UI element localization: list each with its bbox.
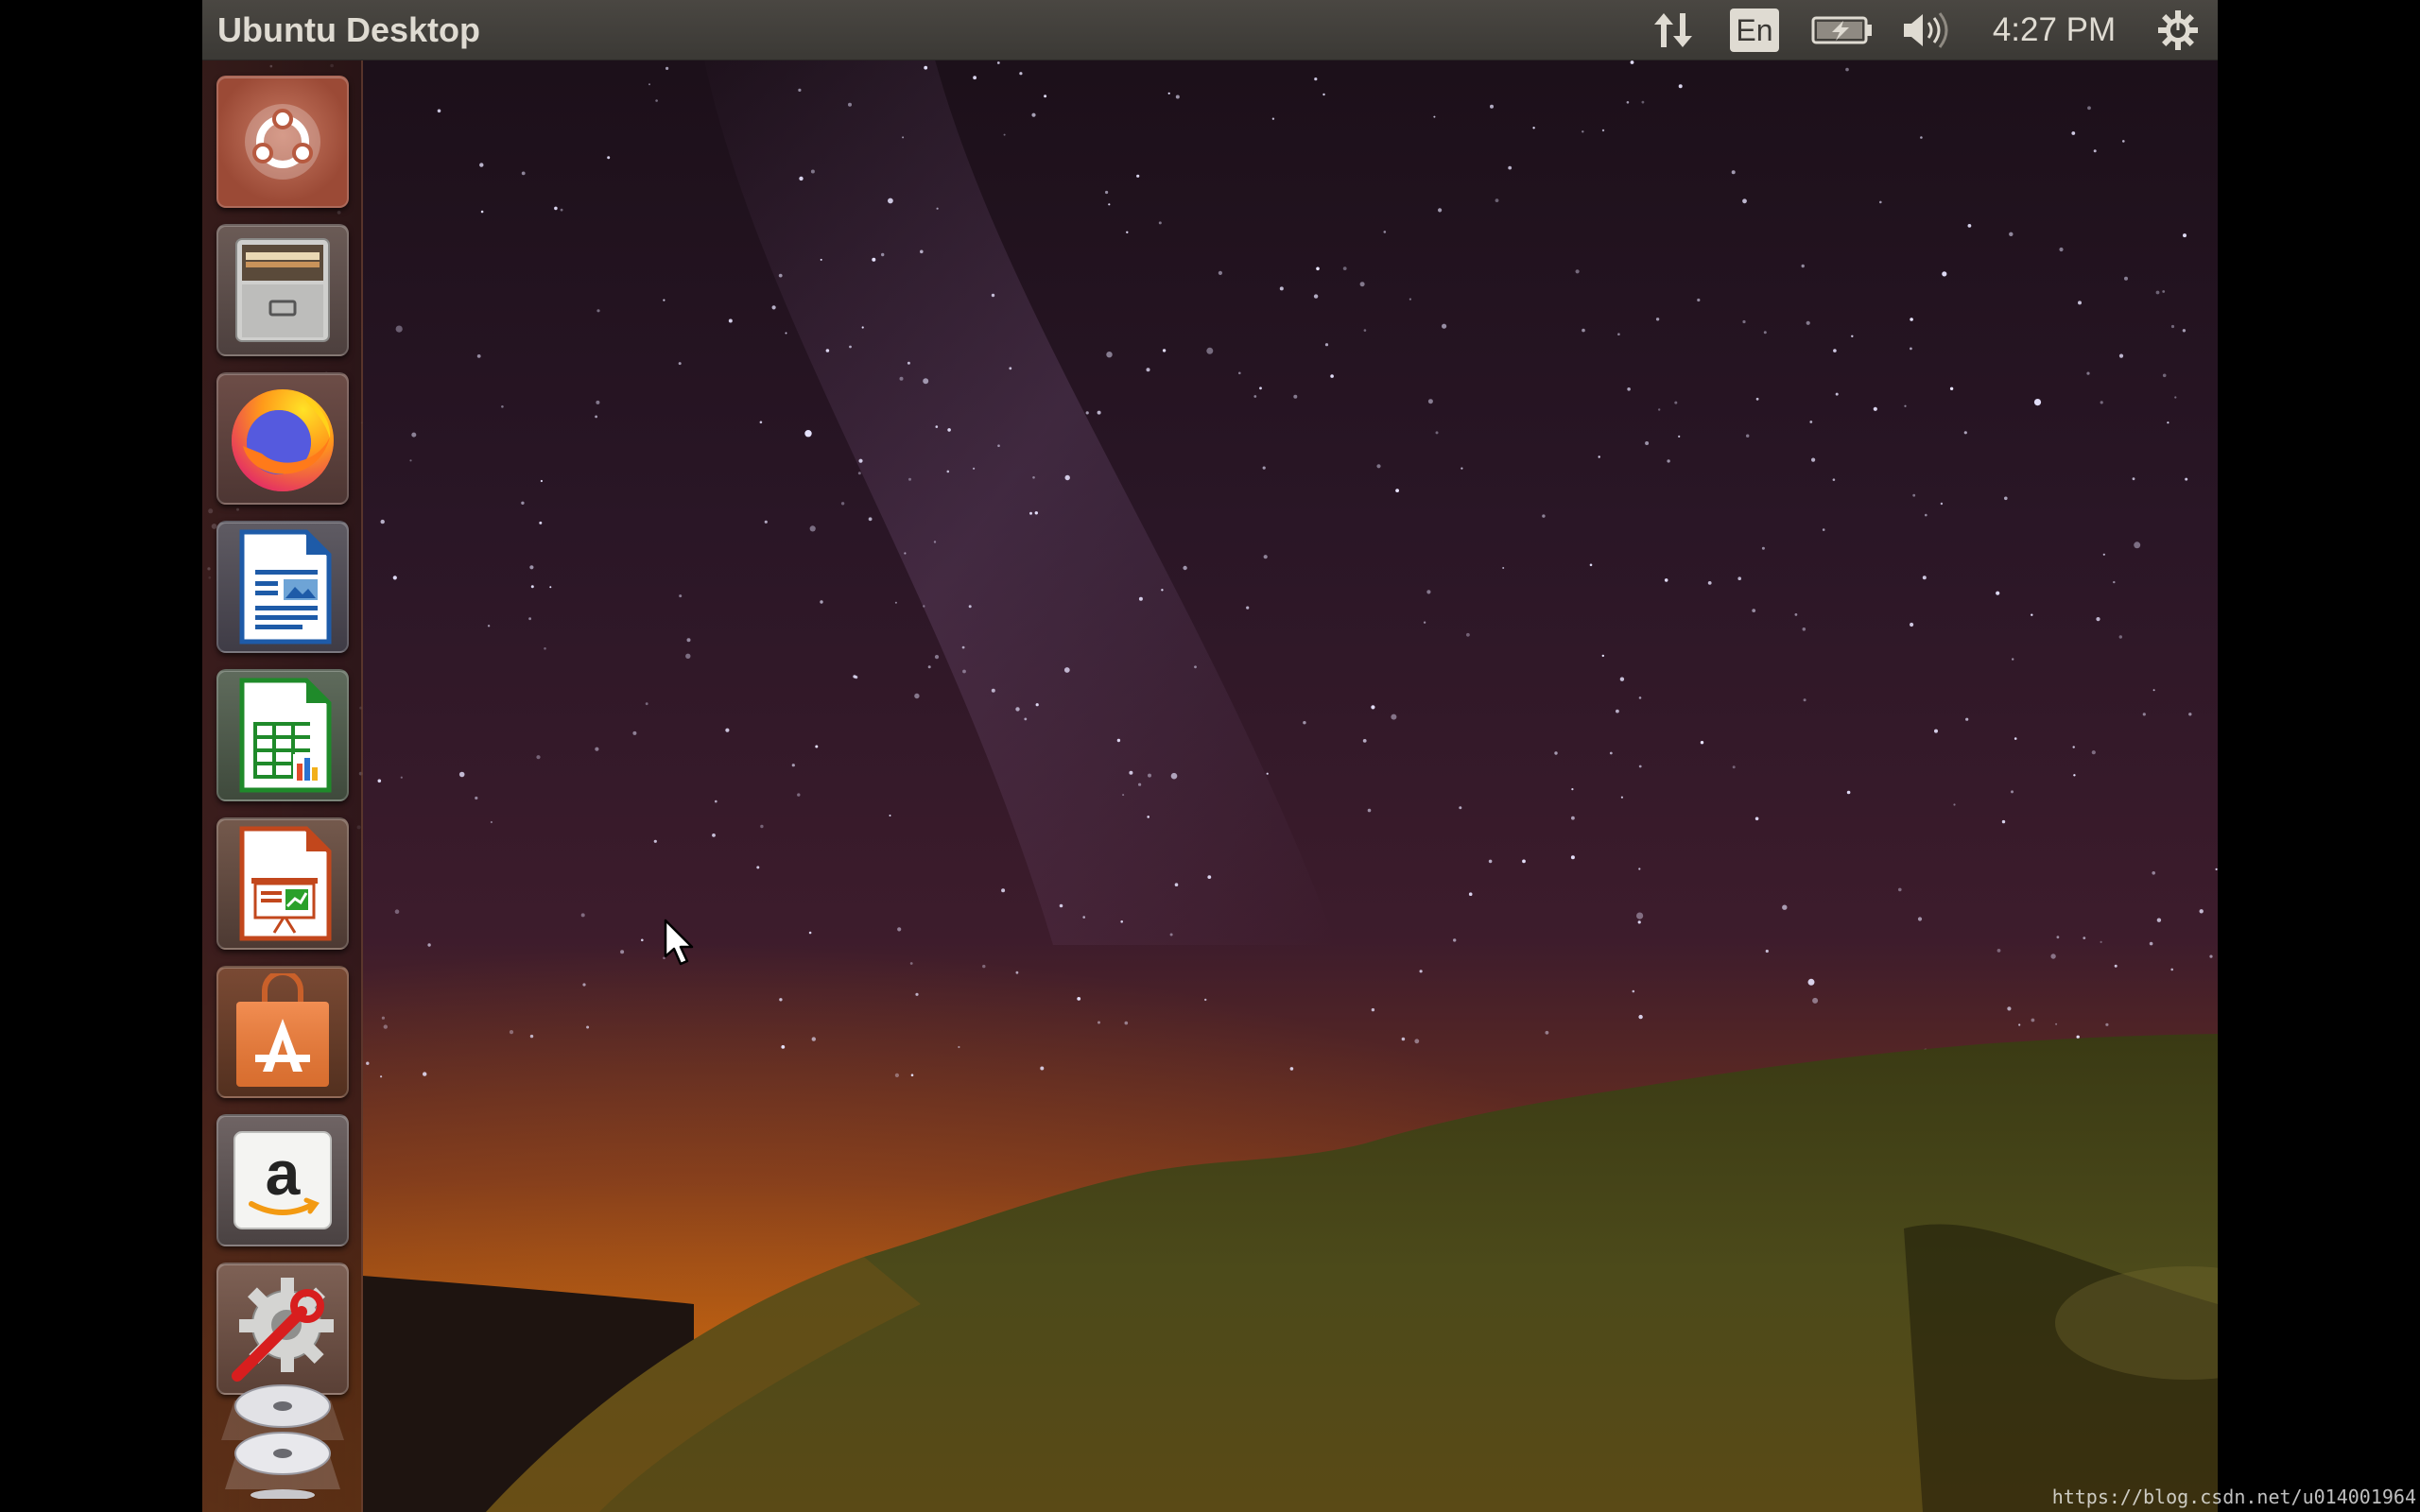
launcher-item-writer[interactable] <box>216 521 349 653</box>
session-gear-icon[interactable] <box>2152 0 2204 60</box>
keyboard-layout-indicator[interactable]: En <box>1728 0 1781 60</box>
libreoffice-calc-icon <box>231 677 335 794</box>
cd-disc-icon <box>212 1357 354 1499</box>
panel-clock[interactable]: 4:27 PM <box>1983 0 2125 60</box>
launcher-item-files[interactable] <box>216 224 349 356</box>
firefox-icon <box>224 380 341 497</box>
libreoffice-writer-icon <box>231 528 335 645</box>
launcher-item-calc[interactable] <box>216 669 349 801</box>
svg-text:a: a <box>266 1138 302 1208</box>
launcher-item-amazon[interactable]: a <box>216 1114 349 1246</box>
file-cabinet-icon <box>231 235 335 345</box>
top-panel: Ubuntu Desktop En 4:27 PM <box>202 0 2218 60</box>
volume-icon[interactable] <box>1896 0 1957 60</box>
keyboard-layout-label: En <box>1730 9 1779 52</box>
shopping-bag-icon <box>227 973 338 1091</box>
libreoffice-impress-icon <box>231 825 335 942</box>
watermark-url: https://blog.csdn.net/u014001964 <box>2051 1486 2416 1508</box>
launcher-item-software[interactable] <box>216 966 349 1098</box>
battery-charging-icon[interactable] <box>1807 0 1877 60</box>
mouse-cursor-icon <box>664 919 698 972</box>
desktop-wallpaper <box>202 0 2218 1512</box>
network-updown-icon[interactable] <box>1647 0 1700 60</box>
panel-title: Ubuntu Desktop <box>217 10 480 49</box>
launcher-item-discs[interactable] <box>212 1357 354 1499</box>
launcher: a <box>202 60 363 1512</box>
amazon-icon: a <box>231 1128 335 1232</box>
launcher-item-dash[interactable] <box>216 76 349 208</box>
ubuntu-dash-icon <box>240 99 325 184</box>
launcher-item-firefox[interactable] <box>216 372 349 505</box>
desktop-screen: Ubuntu Desktop En 4:27 PM a <box>202 0 2218 1512</box>
launcher-item-impress[interactable] <box>216 817 349 950</box>
